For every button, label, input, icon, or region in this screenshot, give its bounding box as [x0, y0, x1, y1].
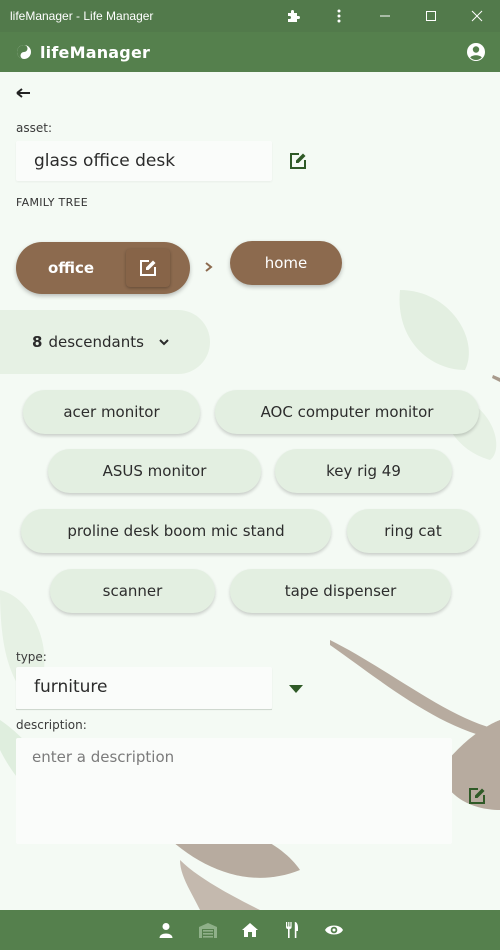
extensions-icon[interactable]: [270, 0, 316, 32]
descendant-chip[interactable]: scanner: [50, 569, 215, 613]
type-select[interactable]: furniture: [16, 667, 272, 709]
utensils-icon[interactable]: [271, 910, 313, 950]
minimize-button[interactable]: [362, 0, 408, 32]
back-arrow-icon[interactable]: [14, 84, 32, 102]
app-name: lifeManager: [40, 42, 151, 62]
asset-label: asset:: [16, 121, 52, 135]
maximize-button[interactable]: [408, 0, 454, 32]
eye-icon[interactable]: [313, 910, 355, 950]
parent-node-home[interactable]: home: [230, 241, 342, 285]
descendants-toggle[interactable]: 8 descendants: [0, 310, 210, 374]
descendant-chip[interactable]: ASUS monitor: [48, 449, 261, 493]
dropdown-arrow-icon[interactable]: [289, 684, 303, 694]
current-node-label: office: [48, 259, 95, 277]
window-title: lifeManager - Life Manager: [10, 9, 154, 23]
description-label: description:: [16, 718, 87, 732]
descendants-count: 8: [32, 333, 43, 351]
close-button[interactable]: [454, 0, 500, 32]
descendants-label: descendants: [48, 333, 144, 351]
descendant-chip[interactable]: AOC computer monitor: [215, 390, 479, 434]
chevron-right-icon: [205, 262, 213, 272]
type-label: type:: [16, 650, 47, 664]
more-options-icon[interactable]: [316, 0, 362, 32]
chevron-down-icon: [159, 339, 169, 346]
account-icon[interactable]: [466, 42, 486, 62]
family-tree-heading: FAMILY TREE: [16, 196, 89, 209]
bottom-navigation: [0, 910, 500, 950]
descendant-chip[interactable]: proline desk boom mic stand: [21, 509, 331, 553]
asset-name-field[interactable]: glass office desk: [16, 141, 272, 181]
descendant-chip[interactable]: acer monitor: [23, 390, 200, 434]
warehouse-icon[interactable]: [187, 910, 229, 950]
window-titlebar: lifeManager - Life Manager: [0, 0, 500, 32]
descendant-chip[interactable]: key rig 49: [275, 449, 452, 493]
current-node-office[interactable]: office: [16, 242, 190, 294]
edit-description-icon[interactable]: [466, 785, 488, 807]
home-icon[interactable]: [229, 910, 271, 950]
descendant-chip[interactable]: tape dispenser: [230, 569, 451, 613]
edit-node-icon[interactable]: [126, 249, 170, 287]
app-bar: lifeManager: [0, 32, 500, 72]
edit-asset-icon[interactable]: [287, 150, 309, 172]
app-logo-icon: [17, 45, 31, 59]
type-select-underline: [16, 709, 272, 710]
person-icon[interactable]: [145, 910, 187, 950]
description-textarea[interactable]: enter a description: [16, 738, 452, 844]
descendant-chip[interactable]: ring cat: [347, 509, 479, 553]
